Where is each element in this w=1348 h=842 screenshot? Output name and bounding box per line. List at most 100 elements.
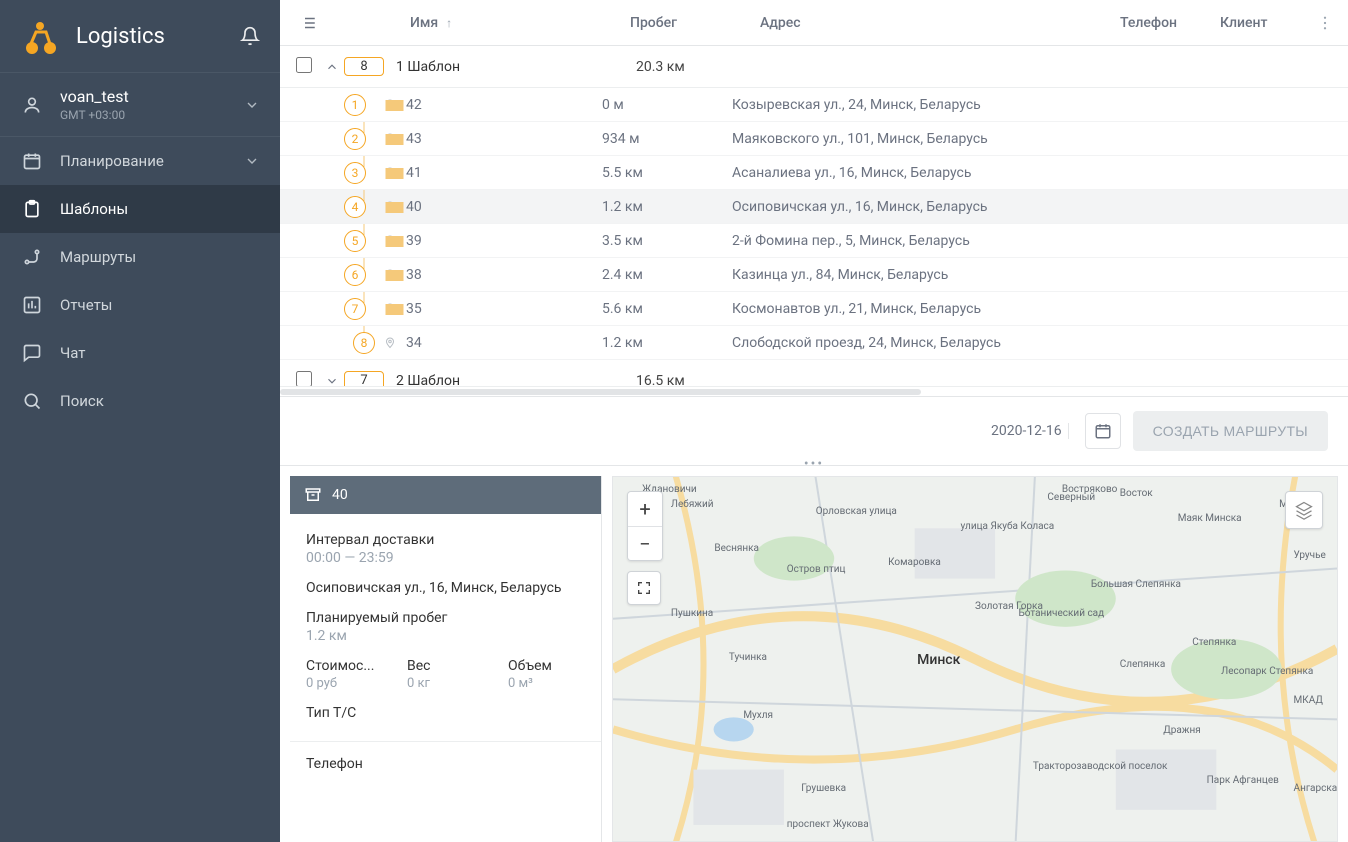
item-address: Казинца ул., 84, Минск, Беларусь [732,267,1142,283]
search-icon [20,391,44,411]
cost-value: 0 руб [306,676,383,691]
nav-templates-label: Шаблоны [60,200,260,218]
volume-value: 0 м³ [508,676,585,691]
col-name[interactable]: Имя↑ [320,15,630,31]
zoom-out-button[interactable]: − [628,526,662,560]
item-run: 1.2 км [602,199,732,215]
table-header: Имя↑ Пробег Адрес Телефон Клиент [280,0,1348,46]
archive-icon [304,486,322,504]
group-name: 2 Шаблон [396,373,636,387]
table-row[interactable]: 8 341.2 кмСлободской проезд, 24, Минск, Б… [280,326,1348,360]
calendar-icon [20,151,44,171]
weight-label: Вес [407,658,484,674]
vehicle-type-label: Тип Т/С [306,705,585,721]
table-row[interactable]: 3415.5 кмАсаналиева ул., 16, Минск, Бела… [280,156,1348,190]
pin-icon [384,336,402,350]
user-icon [20,95,44,115]
item-name: 34 [402,335,602,351]
col-run[interactable]: Пробег [630,15,760,31]
nav-planning[interactable]: Планирование [0,137,280,185]
nav-search-label: Поиск [60,392,260,410]
planned-value: 1.2 км [306,628,585,644]
fullscreen-button[interactable] [627,571,661,605]
detail-panel: 40 Интервал доставки 00:00 — 23:59 Осипо… [290,476,602,842]
order-badge: 1 [344,94,366,116]
order-badge: 8 [353,332,375,354]
table-body[interactable]: 81 Шаблон20.3 км1420 мКозыревская ул., 2… [280,46,1348,386]
item-run: 5.6 км [602,301,732,317]
chevron-down-icon [244,97,260,113]
app-logo-icon [20,16,60,56]
col-phone[interactable]: Телефон [1120,15,1220,31]
item-run: 0 м [602,97,732,113]
volume-label: Объем [508,658,585,674]
col-client[interactable]: Клиент [1220,15,1310,31]
create-routes-button[interactable]: СОЗДАТЬ МАРШРУТЫ [1133,411,1328,451]
item-address: Асаналиева ул., 16, Минск, Беларусь [732,165,1142,181]
nav-routes[interactable]: Маршруты [0,233,280,281]
map[interactable]: Минск ЛебяжийВеснянкаОрловская улицаОстр… [612,476,1338,842]
table-row[interactable]: 4401.2 кмОсиповичская ул., 16, Минск, Бе… [280,190,1348,224]
item-name: 38 [402,267,602,283]
layers-button[interactable] [1285,491,1323,529]
table-row[interactable]: 7355.6 кмКосмонавтов ул., 21, Минск, Бел… [280,292,1348,326]
table-row[interactable]: 5393.5 км2-й Фомина пер., 5, Минск, Бела… [280,224,1348,258]
bottom-panel: ••• 40 Интервал доставки 00:00 — 23:59 О… [280,466,1348,842]
clipboard-icon [20,199,44,219]
order-badge: 4 [344,196,366,218]
order-badge: 3 [344,162,366,184]
zoom-controls: + − [627,491,663,561]
user-block[interactable]: voan_test GMT +03:00 [0,72,280,137]
item-run: 934 м [602,131,732,147]
chat-icon [20,343,44,363]
item-name: 42 [402,97,602,113]
group-name: 1 Шаблон [396,59,636,75]
table-more-icon[interactable] [1310,14,1340,32]
selected-date: 2020-12-16 [991,423,1069,439]
item-run: 1.2 км [602,335,732,351]
detail-title: 40 [332,487,348,503]
nav-reports-label: Отчеты [60,296,260,314]
main-content: Имя↑ Пробег Адрес Телефон Клиент 8 1 Шабл… [280,0,1348,842]
group-checkbox[interactable] [296,57,312,73]
date-picker-button[interactable] [1085,413,1121,449]
nav-search[interactable]: Поиск [0,377,280,425]
table-row[interactable]: 243934 мМаяковского ул., 101, Минск, Бел… [280,122,1348,156]
resize-handle[interactable]: ••• [804,456,824,472]
item-address: Слободской проезд, 24, Минск, Беларусь [732,335,1142,351]
group-row[interactable]: 72 Шаблон16.5 км [280,360,1348,386]
sidebar: Logistics voan_test GMT +03:00 Планирова… [0,0,280,842]
nav-chat-label: Чат [60,344,260,362]
item-name: 39 [402,233,602,249]
group-row[interactable]: 81 Шаблон20.3 км [280,46,1348,88]
weight-value: 0 кг [407,676,484,691]
phone-label: Телефон [306,756,585,772]
collapse-toggle[interactable] [320,60,344,74]
item-address: Осиповичская ул., 16, Минск, Беларусь [732,199,1142,215]
group-badge: 7 [344,371,384,386]
nav-chat[interactable]: Чат [0,329,280,377]
map-canvas [613,477,1337,841]
col-addr[interactable]: Адрес [760,15,1120,31]
item-name: 35 [402,301,602,317]
order-badge: 7 [344,298,366,320]
item-address: Козыревская ул., 24, Минск, Беларусь [732,97,1142,113]
item-run: 5.5 км [602,165,732,181]
zoom-in-button[interactable]: + [628,492,662,526]
notifications-icon[interactable] [240,26,260,46]
item-run: 3.5 км [602,233,732,249]
expand-toggle[interactable] [320,374,344,387]
order-badge: 5 [344,230,366,252]
table-row[interactable]: 1 420 мКозыревская ул., 24, Минск, Белару… [280,88,1348,122]
horizontal-scrollbar[interactable] [280,386,1348,396]
order-badge: 6 [344,264,366,286]
nav-reports[interactable]: Отчеты [0,281,280,329]
table-row[interactable]: 6382.4 кмКазинца ул., 84, Минск, Беларус… [280,258,1348,292]
nav-planning-label: Планирование [60,152,228,170]
nav-templates[interactable]: Шаблоны [0,185,280,233]
cost-label: Стоимос... [306,658,383,674]
interval-label: Интервал доставки [306,532,585,548]
group-badge: 8 [344,57,384,76]
group-checkbox[interactable] [296,371,312,387]
list-view-icon[interactable] [296,14,320,32]
